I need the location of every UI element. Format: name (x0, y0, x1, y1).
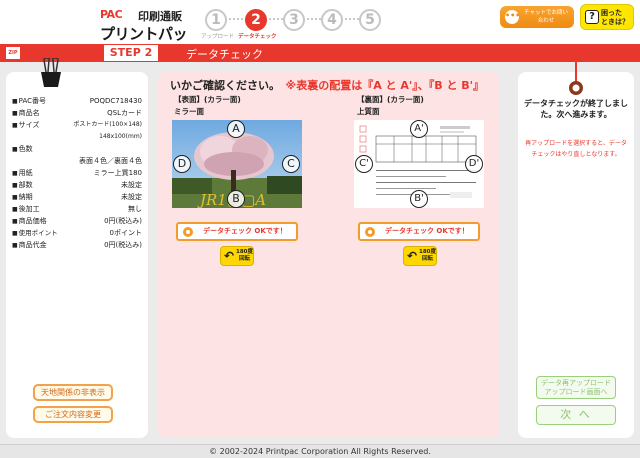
printpac-logo[interactable]: PAC 印刷通販 プリントパック (100, 6, 200, 64)
header: PAC 印刷通販 プリントパック 1 2 3 4 5 アップロード データチェッ… (0, 0, 640, 64)
step-5-indicator: 5 (359, 9, 381, 31)
info-row-delivery: 納期未設定 (12, 191, 142, 203)
back-rotate-button[interactable]: ↶ 180度 回転 (403, 246, 437, 266)
binder-clip-icon (40, 57, 62, 88)
front-rotate-button[interactable]: ↶ 180度 回転 (220, 246, 254, 266)
change-order-button[interactable]: ご注文内容変更 (33, 406, 113, 423)
front-mark-a: A (227, 120, 245, 138)
info-row-total: 商品代金0円(税込み) (12, 239, 142, 251)
front-mark-c: C (282, 155, 300, 173)
step-title-bar: ZIP STEP 2 データチェック (0, 44, 640, 62)
step-1-label: アップロード (201, 34, 235, 40)
help-label: 困った ときは？ (601, 9, 629, 26)
step-connector (269, 18, 283, 20)
info-row-points-used: 使用ポイント0ポイント (12, 227, 142, 239)
info-row-post-processing: 後加工無し (12, 203, 142, 215)
hide-orientation-button[interactable]: 天地関係の非表示 (33, 384, 113, 401)
chat-inquiry-button[interactable]: ••• チャットでお問い合わせ (500, 6, 574, 28)
zip-icon[interactable]: ZIP (6, 47, 20, 59)
footer-copyright: © 2002-2024 Printpac Corporation All Rig… (0, 444, 640, 458)
radio-circle-icon (183, 227, 193, 237)
chat-bubble-icon: ••• (505, 10, 520, 24)
back-rotate-label: 180度 回転 (419, 249, 436, 262)
info-row-size-mm: 148x100(mm) (99, 133, 142, 140)
pushpin-icon (568, 58, 584, 101)
reupload-note: 再アップロードを選択すると、データチェックはやり直しとなります。 (525, 140, 627, 158)
info-row-size: サイズポストカード(100×148) (12, 119, 142, 131)
step-4-indicator: 4 (321, 9, 343, 31)
back-ok-button[interactable]: データチェック OKです！ (358, 222, 480, 241)
step-tag: STEP 2 (104, 45, 158, 61)
back-mark-c: C' (355, 155, 373, 173)
back-mark-a: A' (410, 120, 428, 138)
chat-inquiry-label: チャットでお問い合わせ (524, 10, 568, 24)
data-check-panel: いかご確認ください。 ※表裏の配置は『A と A'』、『B と B'』 【表面】… (158, 72, 500, 438)
info-row-paper: 用紙ミラー上質180 (12, 167, 142, 179)
back-ok-label: データチェック OKです！ (385, 227, 469, 235)
back-side-subtitle: 上質面 (357, 107, 380, 116)
help-button[interactable]: ? 困った ときは？ (580, 4, 634, 30)
logo-subtitle: 印刷通販 (138, 10, 182, 23)
front-side-title: 【表面】(カラー面) (174, 95, 241, 104)
order-info-list: PAC番号POQDC718430 商品名QSLカード サイズポストカード(100… (12, 95, 142, 251)
completion-message: データチェックが終了しました。次へ進みます。 (524, 99, 628, 119)
front-side-subtitle: ミラー面 (174, 107, 204, 116)
back-side-title: 【裏面】(カラー面) (357, 95, 424, 104)
front-ok-button[interactable]: データチェック OKです！ (176, 222, 298, 241)
info-row-colors-value: 表面４色／裏面４色 (79, 157, 142, 165)
next-button[interactable]: 次 へ (536, 405, 616, 425)
info-row-pac-number: PAC番号POQDC718430 (12, 95, 142, 107)
front-ok-label: データチェック OKです！ (203, 227, 287, 235)
step-2-label: データチェック (238, 34, 277, 40)
logo-pac-mark: PAC (100, 8, 123, 21)
page-title: データチェック (186, 48, 263, 61)
notice-text: いかご確認ください。 ※表裏の配置は『A と A'』、『B と B'』 (170, 79, 485, 92)
reupload-button[interactable]: データ再アップロード アップロード画面へ (536, 376, 616, 399)
info-row-product-price: 商品価格0円(税込み) (12, 215, 142, 227)
back-mark-d: D' (465, 155, 483, 173)
question-icon: ? (585, 10, 599, 24)
front-mark-d: D (173, 155, 191, 173)
rotate-arrow-icon: ↶ (407, 249, 418, 263)
step-connector (307, 18, 321, 20)
step-2-indicator: 2 (245, 9, 267, 31)
step-connector (229, 18, 243, 20)
back-mark-b: B' (410, 190, 428, 208)
front-rotate-label: 180度 回転 (236, 249, 253, 262)
info-row-copies: 部数未設定 (12, 179, 142, 191)
front-mark-b: B (227, 190, 245, 208)
step-3-indicator: 3 (283, 9, 305, 31)
radio-circle-icon (365, 227, 375, 237)
rotate-arrow-icon: ↶ (224, 249, 235, 263)
step-connector (345, 18, 359, 20)
info-row-colors: 色数 (12, 143, 142, 155)
info-row-product-name: 商品名QSLカード (12, 107, 142, 119)
step-1-indicator: 1 (205, 9, 227, 31)
